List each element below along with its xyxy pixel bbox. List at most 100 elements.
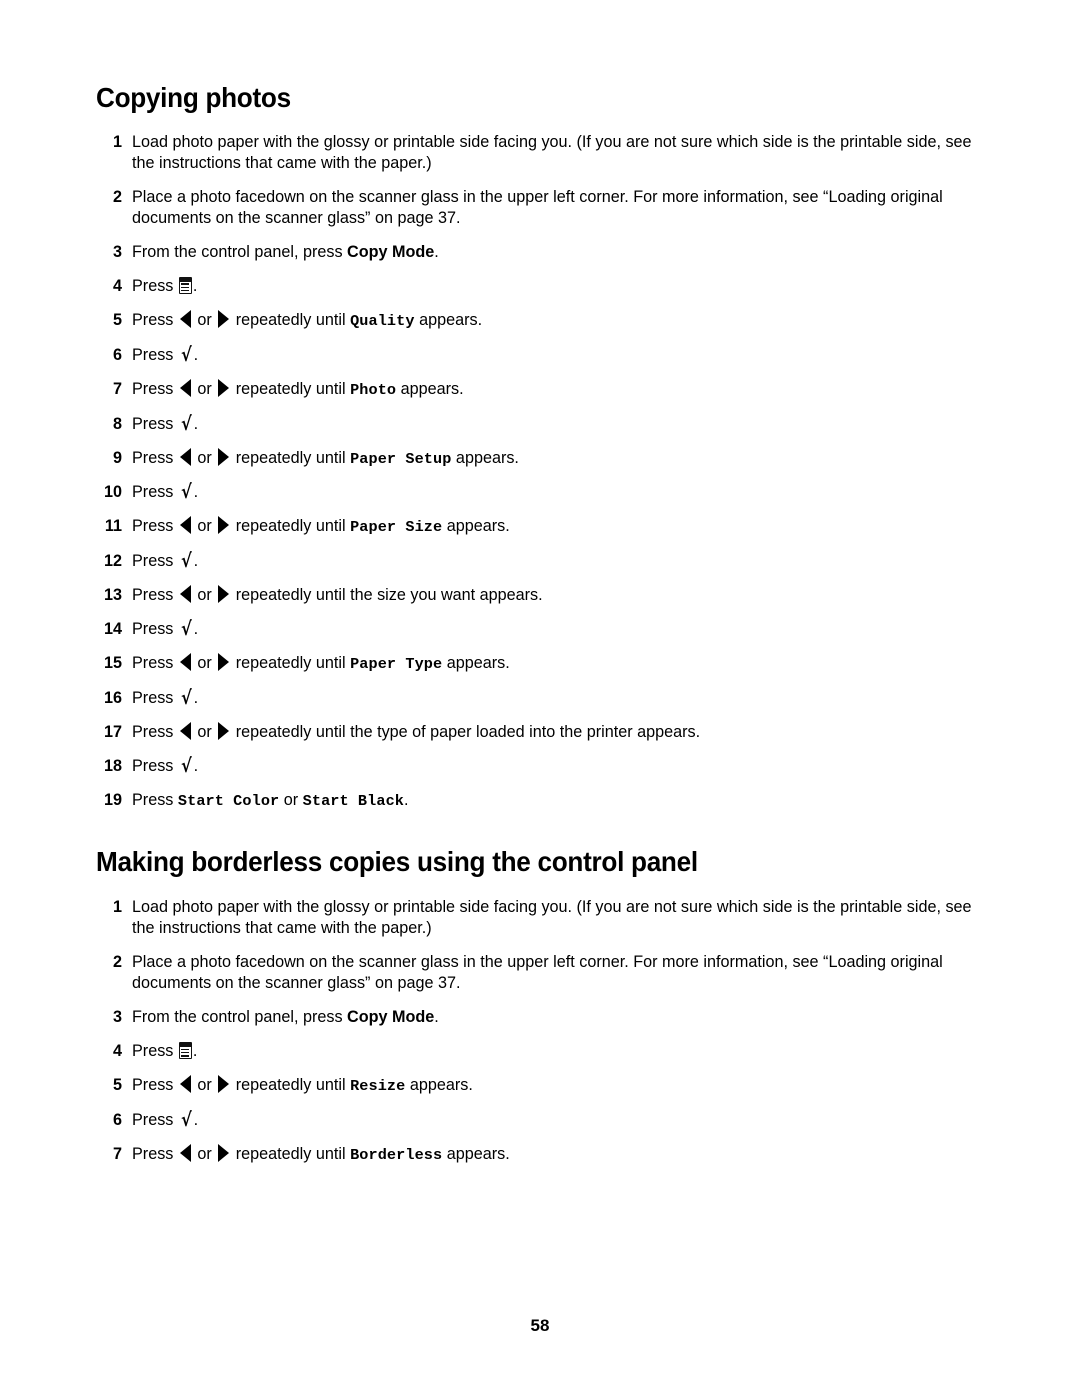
step-prefix: Press [132, 689, 178, 708]
step-list-making-borderless-copies: 1 Load photo paper with the glossy or pri… [96, 897, 986, 1166]
right-arrow-icon [218, 310, 230, 328]
step-number: 13 [103, 586, 122, 605]
step-number: 4 [112, 276, 122, 295]
right-arrow-icon [218, 516, 230, 535]
step-text: Load photo paper with the glossy or prin… [132, 897, 986, 939]
step-number: 16 [103, 689, 122, 708]
step-item: 6 Press √. [96, 345, 986, 366]
left-arrow-icon [179, 378, 191, 397]
conjunction-or: or [192, 654, 217, 673]
step-item: 16 Press √. [96, 688, 986, 709]
right-arrow-icon [218, 447, 230, 466]
step-item: 3 From the control panel, press Copy Mode… [96, 1007, 986, 1028]
step-number: 19 [103, 791, 122, 810]
step-mid: repeatedly until [235, 379, 351, 398]
step-item: 1 Load photo paper with the glossy or pri… [96, 132, 986, 174]
step-number: 15 [103, 654, 122, 673]
step-suffix: . [193, 483, 199, 502]
step-text: Press or repeatedly until the size you w… [132, 585, 986, 606]
step-item: 19 Press Start Color or Start Black. [96, 790, 986, 812]
step-number: 1 [112, 897, 122, 916]
step-prefix: Press [132, 1110, 178, 1129]
step-suffix: . [193, 620, 199, 639]
step-suffix: appears. [396, 379, 464, 398]
section-heading-making-borderless-copies: Making borderless copies using the contr… [96, 846, 698, 878]
step-suffix: . [192, 1042, 198, 1060]
step-number: 8 [112, 414, 122, 433]
step-item: 18 Press √. [96, 756, 986, 777]
step-number: 18 [103, 757, 122, 776]
step-prefix: Press [132, 483, 178, 502]
step-text: Press or repeatedly until the type of pa… [132, 722, 986, 743]
left-arrow-icon [179, 722, 191, 741]
lcd-menu-text: Paper Size [350, 518, 443, 537]
menu-icon [178, 1042, 192, 1059]
step-text: From the control panel, press Copy Mode. [132, 1007, 986, 1028]
conjunction-or: or [279, 791, 303, 810]
step-text: Press Start Color or Start Black. [132, 790, 986, 812]
step-suffix: . [404, 791, 409, 810]
conjunction-or: or [192, 379, 217, 398]
step-prefix: Press [132, 1042, 178, 1060]
step-number: 7 [112, 379, 122, 398]
step-item: 13 Press or repeatedly until the size you… [96, 585, 986, 606]
step-suffix: . [193, 689, 199, 708]
step-number: 4 [112, 1042, 122, 1060]
step-text: Press or repeatedly until Paper Setup ap… [132, 447, 986, 470]
page-number: 58 [530, 1316, 550, 1335]
step-prefix: Press [132, 654, 178, 673]
step-suffix: . [434, 1007, 439, 1026]
step-item: 7 Press or repeatedly until Photo appears… [96, 378, 986, 401]
step-prefix: Press [132, 448, 178, 467]
step-item: 12 Press √. [96, 551, 986, 572]
left-arrow-icon [179, 653, 191, 672]
step-mid: repeatedly until [235, 1144, 351, 1163]
step-text: Press √. [132, 481, 199, 504]
step-prefix: Press [132, 345, 178, 364]
step-text: Press . [132, 276, 986, 297]
menu-icon [178, 276, 192, 294]
lcd-menu-text: Quality [350, 312, 415, 330]
conjunction-or: or [192, 1076, 217, 1095]
step-paragraph: Place a photo facedown on the scanner gl… [132, 187, 943, 227]
step-prefix: Press [132, 517, 178, 536]
step-prefix: Press [132, 311, 178, 329]
step-number: 11 [104, 517, 122, 536]
right-arrow-icon [218, 585, 230, 604]
step-number: 7 [112, 1144, 122, 1163]
button-label-start-color: Start Color [177, 792, 280, 811]
step-mid: repeatedly until [235, 654, 351, 673]
step-number: 17 [103, 723, 122, 742]
step-number: 10 [103, 483, 122, 502]
step-item: 14 Press √. [96, 619, 986, 640]
step-item: 4 Press . [96, 1041, 986, 1062]
step-suffix: appears. [442, 1144, 510, 1163]
step-number: 12 [103, 552, 122, 571]
step-text: Press √. [132, 1108, 199, 1131]
left-arrow-icon [179, 447, 191, 466]
step-paragraph: Place a photo facedown on the scanner gl… [132, 952, 943, 992]
step-suffix: . [193, 757, 199, 776]
step-item: 8 Press √. [96, 414, 986, 435]
button-label-start-black: Start Black [302, 792, 404, 811]
step-number: 14 [103, 620, 122, 639]
step-text: Press √. [132, 618, 199, 641]
left-arrow-icon [179, 310, 191, 328]
step-item: 17 Press or repeatedly until the type of … [96, 722, 986, 743]
step-text: Press or repeatedly until Borderless app… [132, 1143, 986, 1166]
step-item: 9 Press or repeatedly until Paper Setup a… [96, 447, 986, 470]
step-mid: repeatedly until the size you want appea… [235, 586, 543, 605]
conjunction-or: or [192, 311, 217, 329]
step-number: 6 [112, 1110, 122, 1129]
step-number: 2 [112, 187, 122, 206]
step-prefix: Press [132, 586, 178, 605]
button-label-copy-mode: Copy Mode [347, 242, 435, 261]
right-arrow-icon [218, 722, 230, 741]
step-text: Press √. [132, 412, 199, 435]
step-paragraph: Load photo paper with the glossy or prin… [132, 132, 972, 172]
lcd-menu-text: Borderless [350, 1145, 443, 1164]
step-suffix: . [193, 552, 199, 571]
step-item: 5 Press or repeatedly until Quality appea… [96, 310, 986, 332]
step-text: Load photo paper with the glossy or prin… [132, 132, 986, 174]
step-mid: repeatedly until [235, 1076, 351, 1095]
